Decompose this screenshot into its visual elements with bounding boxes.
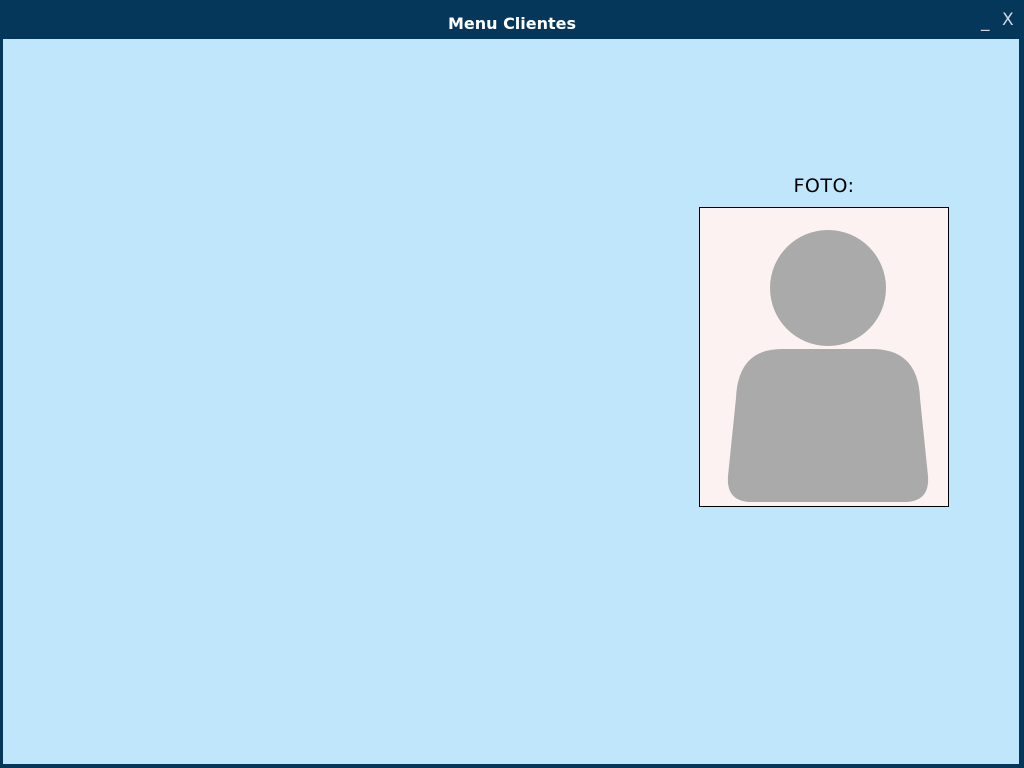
close-button[interactable]: X [1002, 10, 1014, 30]
window-title: Menu Clientes [447, 14, 577, 33]
minimize-button[interactable]: _ [981, 12, 990, 32]
content-area: FOTO: [3, 39, 1019, 764]
title-bar[interactable]: Menu Clientes _ X [0, 0, 1024, 39]
client-menu-window: Menu Clientes _ X FOTO: [0, 0, 1024, 768]
photo-box[interactable] [699, 207, 949, 507]
photo-label: FOTO: [793, 175, 855, 197]
user-silhouette-icon [727, 230, 929, 502]
